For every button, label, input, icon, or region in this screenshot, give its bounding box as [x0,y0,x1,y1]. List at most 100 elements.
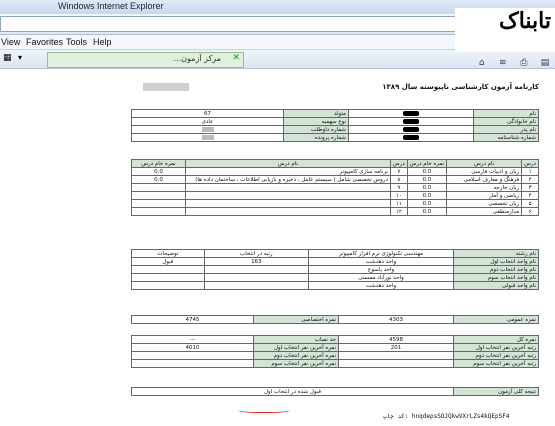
total-value: 4010 [131,343,254,352]
menu-help[interactable]: Help [93,37,112,47]
address-field[interactable] [0,16,472,32]
print-icon[interactable]: ⎙ [518,57,530,69]
tab-exam-center[interactable]: ...مرکز آزمون ✕ [47,52,244,68]
report-title: کارنامه آزمون کارشناسی ناپیوسته سال ۱۳۸۹ [382,83,539,91]
feeds-icon[interactable]: ≋ [497,57,509,69]
tab-list-icon[interactable]: ▾ [18,53,22,62]
table-row: نتیجه کلی آزمون قبول شده در انتخاب اول [131,387,539,396]
course-score: 0.0 [131,175,186,184]
course-name [184,191,391,200]
course-name [184,207,391,216]
table-row: نمره کل 4598 حد نصاب --- [131,335,539,344]
total-value [131,351,254,360]
redacted-photo [143,83,189,91]
course-score: 0.0 [406,199,448,208]
total-label: نمره کل [453,335,539,344]
info-value [348,125,474,134]
total-label: نمره آخرین نفر انتخاب اول [253,343,339,352]
choice-note: قبول [131,257,205,266]
info-label: شماره داوطلب [283,125,349,134]
logo: تابناک [455,8,555,52]
info-label: نوع سهمیه [283,117,349,126]
course-name: فرهنگ و معارف اسلامی [446,175,523,184]
table-row: شماره شناسنامه شماره پرونده [131,133,539,142]
course-score [131,199,186,208]
choice-label: نام واحد انتخاب سوم [453,273,539,282]
course-score: 0.0 [406,183,448,192]
column-header: نمره خام درس [406,159,448,168]
choice-note [131,265,205,274]
menu-tools[interactable]: Tools [66,37,87,47]
course-score: 0.0 [406,167,448,176]
course-number: ۱۱ [389,199,408,208]
table-header-row: درس نام درس نمره خام درس درس نام درس نمره خام… [131,159,539,168]
course-number: ۸ [389,175,408,184]
column-header: درس [389,159,408,168]
info-label: شماره شناسنامه [473,133,539,142]
info-value [131,125,284,134]
table-row: رتبه آخرین نفر انتخاب اول 201 نمره آخرین ن… [131,343,539,352]
window-title: Windows Internet Explorer [58,1,164,11]
total-value: 201 [338,343,454,352]
close-tab-icon[interactable]: ✕ [232,53,240,63]
table-row: ۶ مدارمنطقی 0.0 ۱۲ [131,207,539,216]
table-row: نمره عمومی 4303 نمره اختصاصی 4745 [131,315,539,324]
command-bar: ⌂ ≋ ⎙ ▤ [474,50,553,68]
info-label: متولد [283,109,349,118]
tab-bar: ▦ ▾ ...مرکز آزمون ✕ ⌂ ≋ ⎙ ▤ [0,50,555,69]
redaction-mark [403,134,419,140]
course-number: ۵ [521,199,539,208]
special-score-label: نمره اختصاصی [253,315,339,324]
table-row: نام واحد انتخاب سوم واحد نورآباد ممسنی [131,273,539,282]
table-row: ۴ ریاضی و آمار 0.0 ۱۰ [131,191,539,200]
table-row: رتبه آخرین نفر انتخاب سوم نمره آخرین نفر … [131,359,539,368]
page-viewport[interactable]: کارنامه آزمون کارشناسی ناپیوسته سال ۱۳۸۹… [0,69,555,426]
course-number: ۷ [389,167,408,176]
info-label: نام پدر [473,125,539,134]
column-header: توضیحات [131,249,205,258]
result-label: نتیجه کلی آزمون [453,387,539,396]
report-card: کارنامه آزمون کارشناسی ناپیوسته سال ۱۳۸۹… [127,69,543,399]
info-label: نام [473,109,539,118]
redaction-mark [201,126,214,132]
choice-rank [203,281,310,290]
course-score [131,207,186,216]
course-number: ۱۰ [389,191,408,200]
table-row: نام واحد انتخاب دوم واحد یاسوج [131,265,539,274]
home-icon[interactable]: ⌂ [476,57,488,69]
redaction-mark [403,126,419,132]
choice-unit: واحد دهدشت [308,257,454,266]
course-score: 0.0 [406,175,448,184]
table-row: نام واحد انتخاب اول واحد دهدشت 163 قبول [131,257,539,266]
tab-label: ...مرکز آزمون [173,54,221,63]
choice-rank [203,273,310,282]
choice-unit: واحد یاسوج [308,265,454,274]
course-name [184,183,391,192]
table-row: ۳ زبان خارجه 0.0 ۹ [131,183,539,192]
menu-view[interactable]: View [1,37,20,47]
info-value: 67 [131,109,284,118]
choice-label: نام واحد انتخاب اول [453,257,539,266]
total-label: رتبه آخرین نفر انتخاب سوم [453,359,539,368]
info-table: نام متولد 67 نام خانوادگی نوع سهمیه عادی نام پ… [131,109,539,142]
table-row: ۲ فرهنگ و معارف اسلامی 0.0 ۸ دروس تخصصی شامل… [131,175,539,184]
course-number: ۴ [521,191,539,200]
redaction-mark [403,118,419,124]
table-row: ۱ زبان و ادبیات فارسی 0.0 ۷ برنامه سازی کامپ… [131,167,539,176]
course-score [131,183,186,192]
choice-rank: 163 [203,257,310,266]
table-header-row: نام رشته مهندسی تکنولوژی نرم افزار کامپیو… [131,249,539,258]
quick-tabs-icon[interactable]: ▦ [3,53,12,63]
choice-unit: واحد دهدشت [308,281,454,290]
info-value: عادی [131,117,284,126]
info-value [131,133,284,142]
total-value [338,359,454,368]
course-name [184,199,391,208]
course-name: زبان تخصصی [446,199,523,208]
course-number: ۶ [521,207,539,216]
total-label: رتبه آخرین نفر انتخاب دوم [453,351,539,360]
table-row: نام خانوادگی نوع سهمیه عادی [131,117,539,126]
page-icon[interactable]: ▤ [539,57,551,69]
choice-rank [203,265,310,274]
menu-favorites[interactable]: Favorites [26,37,63,47]
